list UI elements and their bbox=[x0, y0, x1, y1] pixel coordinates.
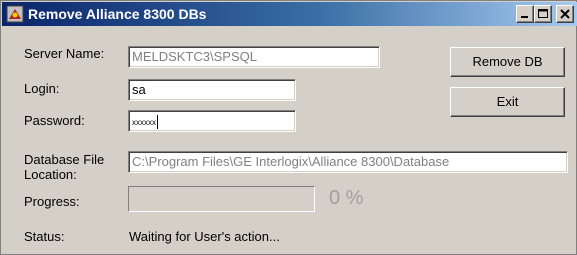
title-bar[interactable]: Remove Alliance 8300 DBs bbox=[2, 2, 577, 26]
db-location-label-line1: Database File bbox=[24, 152, 105, 167]
maximize-button[interactable] bbox=[534, 5, 552, 23]
maximize-icon bbox=[538, 9, 548, 18]
login-field[interactable]: sa bbox=[128, 79, 296, 101]
app-icon bbox=[6, 5, 24, 23]
progress-percent: 0 % bbox=[329, 187, 364, 209]
remove-db-button[interactable]: Remove DB bbox=[450, 47, 565, 77]
status-label: Status: bbox=[24, 229, 65, 244]
close-button[interactable] bbox=[556, 5, 574, 23]
text-caret bbox=[157, 114, 158, 129]
progress-label: Progress: bbox=[24, 194, 80, 209]
remove-dbs-dialog: Remove Alliance 8300 DBs Server Name: ME… bbox=[0, 0, 577, 255]
minimize-button[interactable] bbox=[516, 5, 534, 23]
password-mask: xxxxxx bbox=[132, 118, 156, 127]
db-location-label-line2: Location: bbox=[24, 167, 77, 182]
password-field[interactable]: xxxxxx bbox=[128, 110, 296, 132]
progress-bar bbox=[128, 186, 315, 212]
exit-button[interactable]: Exit bbox=[450, 87, 565, 117]
close-icon bbox=[560, 9, 570, 19]
server-name-field[interactable]: MELDSKTC3\SPSQL bbox=[128, 46, 380, 68]
server-name-label: Server Name: bbox=[24, 46, 105, 61]
db-location-field[interactable]: C:\Program Files\GE Interlogix\Alliance … bbox=[128, 151, 568, 173]
login-label: Login: bbox=[24, 81, 60, 96]
minimize-icon bbox=[521, 16, 528, 18]
password-label: Password: bbox=[24, 113, 85, 128]
status-value: Waiting for User's action... bbox=[129, 229, 280, 244]
window-title: Remove Alliance 8300 DBs bbox=[28, 6, 207, 22]
